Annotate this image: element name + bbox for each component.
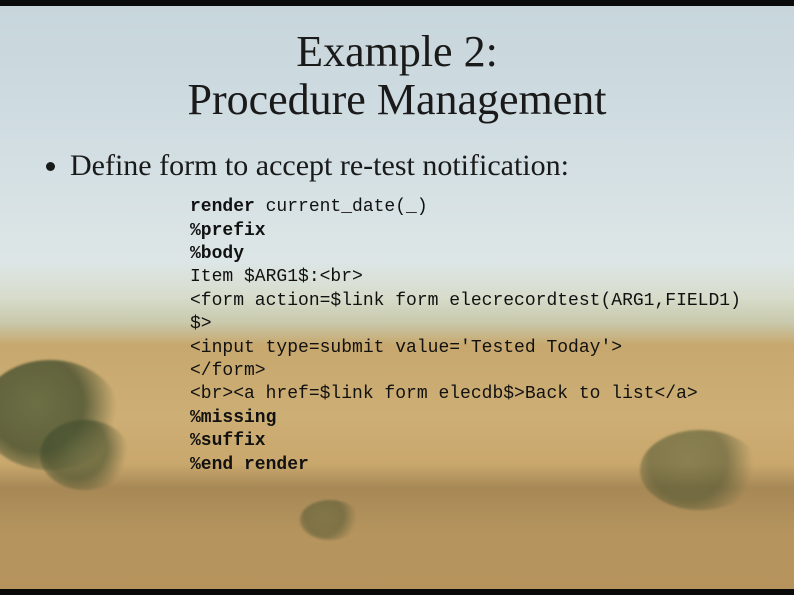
code-text: <input type=submit value='Tested Today'> (190, 338, 622, 358)
code-keyword: %suffix (190, 431, 266, 451)
code-keyword: %missing (190, 408, 276, 428)
slide-title: Example 2: Procedure Management (0, 0, 794, 125)
code-keyword: render (190, 197, 255, 217)
bullet-list: Define form to accept re-test notificati… (0, 147, 794, 185)
slide: Example 2: Procedure Management Define f… (0, 0, 794, 595)
bullet-item: Define form to accept re-test notificati… (70, 147, 794, 185)
title-line-1: Example 2: (296, 27, 498, 76)
code-text: <form action=$link form elecrecordtest(A… (190, 291, 752, 334)
code-keyword: %body (190, 244, 244, 264)
code-text: current_date(_) (255, 197, 428, 217)
title-line-2: Procedure Management (187, 75, 606, 124)
code-keyword: %prefix (190, 221, 266, 241)
code-text: Item $ARG1$:<br> (190, 267, 363, 287)
code-text: </form> (190, 361, 266, 381)
code-keyword: %end render (190, 455, 309, 475)
slide-content: Example 2: Procedure Management Define f… (0, 0, 794, 595)
code-block: render current_date(_) %prefix %body Ite… (0, 196, 750, 477)
code-text: <br><a href=$link form elecdb$>Back to l… (190, 384, 698, 404)
